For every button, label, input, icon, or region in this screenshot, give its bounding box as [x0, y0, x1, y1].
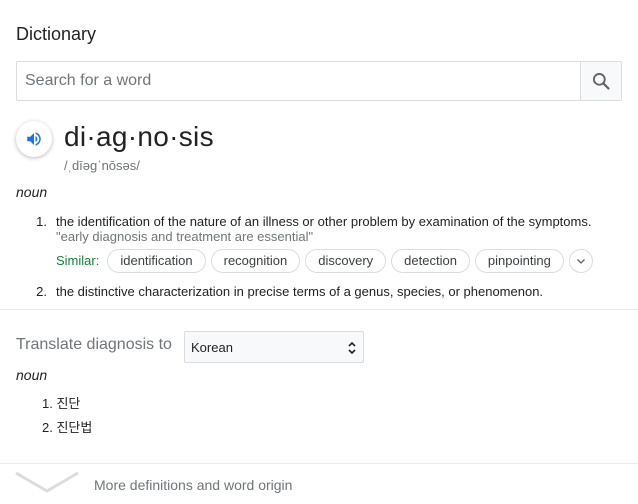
dictionary-title: Dictionary — [16, 24, 97, 44]
headword: di·ag·no·sis — [64, 121, 214, 152]
similar-chip[interactable]: discovery — [305, 248, 387, 273]
translation-item: 2. 진단법 — [42, 417, 92, 436]
similar-label: Similar: — [56, 253, 100, 268]
definition-example: "early diagnosis and treatment are essen… — [56, 229, 314, 244]
select-arrows-icon — [348, 341, 356, 355]
dictionary-card: Dictionary di·ag·no·sis /ˌdīəɡˈnōsəs/ no… — [0, 0, 638, 504]
search-button[interactable] — [580, 62, 621, 100]
speaker-icon — [27, 132, 41, 146]
chevron-down-icon — [15, 471, 79, 493]
translation-part-of-speech: noun — [16, 367, 48, 383]
similar-words-row: Similar: identification recognition disc… — [56, 248, 593, 273]
search-icon — [593, 73, 610, 90]
translation-item: 1. 진단 — [42, 393, 80, 412]
translate-label: Translate diagnosis to — [16, 336, 172, 353]
chevron-down-icon — [576, 258, 585, 264]
search-box — [16, 61, 622, 101]
pronunciation-button[interactable] — [16, 121, 52, 157]
translation-text: 진단 — [56, 396, 81, 411]
similar-chip[interactable]: detection — [391, 248, 470, 273]
more-definitions-label: More definitions and word origin — [94, 477, 293, 493]
definition-number: 1. — [36, 214, 47, 229]
section-divider — [0, 309, 638, 310]
part-of-speech: noun — [16, 184, 48, 200]
search-input[interactable] — [17, 62, 582, 100]
definition-text: the identification of the nature of an i… — [56, 214, 592, 229]
similar-chip[interactable]: pinpointing — [474, 248, 564, 273]
translation-number: 2. — [42, 420, 53, 435]
definition-text: the distinctive characterization in prec… — [56, 284, 544, 299]
expand-similar-button[interactable] — [568, 248, 593, 273]
similar-chip[interactable]: recognition — [210, 248, 301, 273]
phonetic-spelling: /ˌdīəɡˈnōsəs/ — [64, 158, 140, 173]
translation-text: 진단법 — [56, 420, 93, 435]
definition-number: 2. — [36, 284, 47, 299]
more-definitions-button[interactable]: More definitions and word origin — [0, 464, 638, 504]
translation-number: 1. — [42, 396, 53, 411]
similar-chip[interactable]: identification — [107, 248, 206, 273]
selected-language: Korean — [191, 339, 233, 355]
language-select[interactable]: Korean — [184, 331, 364, 363]
